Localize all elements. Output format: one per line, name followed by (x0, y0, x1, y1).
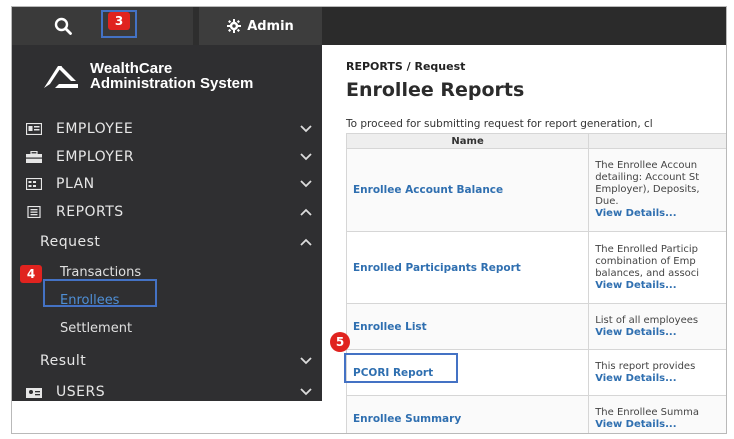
description-line: detailing: Account St (595, 172, 700, 183)
callout-highlight-pcori (344, 353, 458, 383)
admin-label: Admin (247, 18, 294, 34)
report-description: List of all employees View Details... (588, 303, 726, 350)
page-title: Enrollee Reports (346, 79, 525, 101)
chevron-up-icon (300, 238, 312, 246)
wealthcare-logo-icon (44, 66, 78, 88)
description-line: combination of Emp (595, 255, 696, 267)
breadcrumb: REPORTS / Request (346, 60, 466, 73)
reports-icon (27, 206, 41, 218)
description-line: The Enrolled Particip (595, 243, 699, 255)
gear-icon (227, 19, 242, 33)
step-marker-3: 3 (108, 12, 130, 30)
report-description: This report provides View Details... (588, 349, 726, 396)
sidebar-item-label: REPORTS (56, 204, 124, 220)
chevron-down-icon (300, 180, 312, 188)
top-bar-spacer (322, 7, 726, 45)
report-link-enrollee-summary[interactable]: Enrollee Summary (345, 395, 590, 433)
description-line: The Enrollee Accoun (595, 160, 698, 171)
id-card-icon (26, 123, 42, 135)
sidebar-group-label: Result (40, 353, 87, 369)
app-window: Admin WealthCare Administration System E… (11, 6, 727, 434)
description-line: The Enrollee Summa (595, 406, 699, 418)
table-row: Enrolled Participants Report The Enrolle… (345, 231, 726, 304)
brand-name: WealthCare Administration System (90, 61, 253, 91)
plan-card-icon (26, 178, 42, 190)
view-details-link[interactable]: View Details... (595, 280, 726, 292)
reports-table: Name Enrollee Account Balance The Enroll… (345, 133, 726, 433)
view-details-link[interactable]: View Details... (595, 327, 726, 339)
sidebar-item-employer[interactable]: EMPLOYER (12, 144, 322, 170)
sidebar-item-plan[interactable]: PLAN (12, 171, 322, 197)
report-link-enrollee-account-balance[interactable]: Enrollee Account Balance (345, 148, 590, 232)
step-marker-5: 5 (330, 332, 350, 352)
report-link-enrolled-participants-report[interactable]: Enrolled Participants Report (345, 231, 590, 304)
sidebar-item-label: EMPLOYEE (56, 121, 134, 137)
sidebar-sub-item-settlement[interactable]: Settlement (60, 321, 132, 336)
report-description: The Enrollee Accoun detailing: Account S… (588, 148, 726, 232)
description-line: Employer), Deposits, (595, 184, 700, 195)
chevron-down-icon (300, 125, 312, 133)
sidebar-item-employee[interactable]: EMPLOYEE (12, 116, 322, 142)
description-line: List of all employees (595, 314, 699, 326)
sidebar-group-request[interactable]: Request (12, 229, 322, 255)
report-description: The Enrollee Summa View Details... (588, 395, 726, 433)
view-details-link[interactable]: View Details... (595, 419, 726, 431)
description-line: balances, and associ (595, 267, 700, 279)
description-line: This report provides (595, 360, 696, 372)
table-row: Enrollee List List of all employees View… (345, 303, 726, 350)
users-icon (26, 388, 42, 398)
sidebar-item-label: EMPLOYER (56, 149, 135, 165)
sidebar-item-label: USERS (56, 384, 106, 400)
intro-text: To proceed for submitting request for re… (346, 118, 653, 130)
sidebar-item-reports[interactable]: REPORTS (12, 199, 322, 225)
view-details-link[interactable]: View Details... (595, 208, 726, 220)
chevron-up-icon (300, 208, 312, 216)
search-button[interactable] (12, 7, 108, 45)
table-header-row: Name (345, 133, 726, 149)
table-row: Enrollee Account Balance The Enrollee Ac… (345, 148, 726, 232)
briefcase-icon (26, 151, 42, 163)
sidebar-sub-item-transactions[interactable]: Transactions (60, 265, 141, 280)
sidebar-item-label: PLAN (56, 176, 95, 192)
sidebar: WealthCare Administration System EMPLOYE… (12, 45, 322, 401)
chevron-down-icon (300, 388, 312, 396)
report-description: The Enrolled Particip combination of Emp… (588, 231, 726, 304)
callout-highlight-enrollees (43, 279, 157, 307)
search-icon (54, 17, 72, 35)
sidebar-item-users[interactable]: USERS (12, 379, 322, 405)
sidebar-group-result[interactable]: Result (12, 348, 322, 374)
chevron-down-icon (300, 357, 312, 365)
table-row: Enrollee Summary The Enrollee Summa View… (345, 395, 726, 433)
column-header-description (588, 133, 726, 149)
chevron-down-icon (300, 153, 312, 161)
report-link-enrollee-list[interactable]: Enrollee List (345, 303, 590, 350)
brand-line-2: Administration System (90, 75, 254, 92)
description-line: Due. (595, 196, 619, 207)
step-marker-4: 4 (20, 265, 42, 283)
admin-button[interactable]: Admin (199, 7, 322, 45)
sidebar-group-label: Request (40, 234, 101, 250)
brand-line-1: WealthCare (90, 60, 173, 77)
column-header-name: Name (345, 133, 590, 149)
brand-logo: WealthCare Administration System (42, 61, 253, 91)
view-details-link[interactable]: View Details... (595, 373, 726, 385)
